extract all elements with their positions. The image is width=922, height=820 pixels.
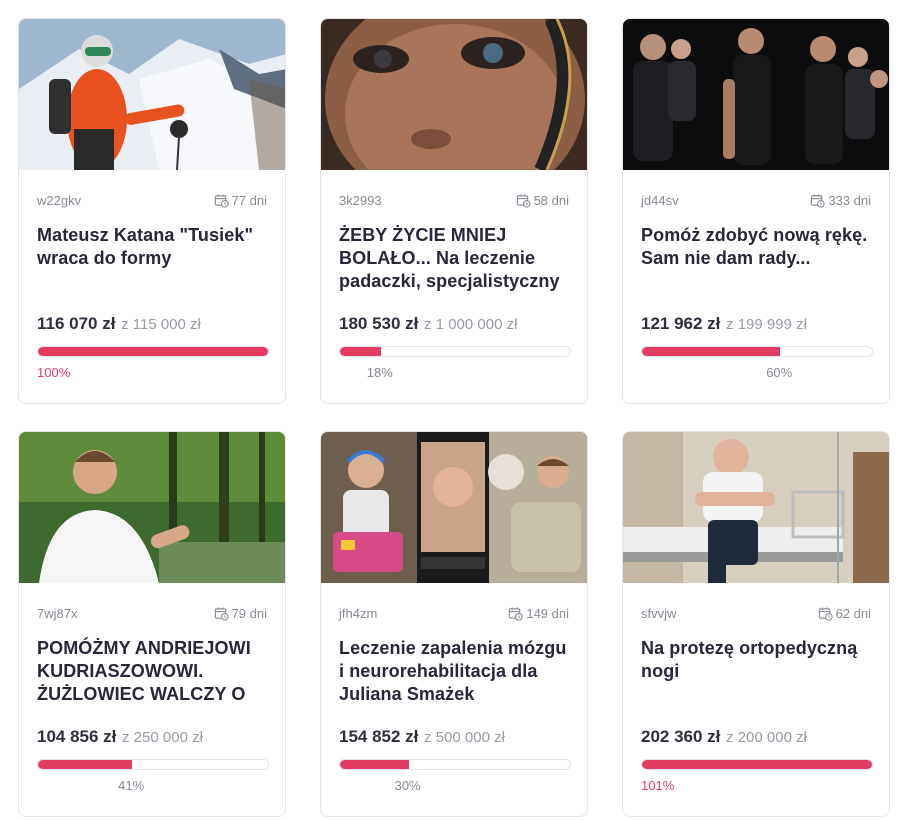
progress-fill: [642, 760, 872, 769]
days-left-label: 62 dni: [835, 605, 871, 621]
fundraiser-title[interactable]: ŻEBY ŻYCIE MNIEJ BOLAŁO... Na leczenie p…: [339, 224, 573, 294]
progress-percent: 60%: [766, 365, 793, 380]
raised-amount: 116 070 zł: [37, 314, 116, 333]
card-meta: jd44sv 333 dni: [641, 191, 871, 209]
skier-photo: [19, 19, 285, 170]
raised-amount: 104 856 zł: [37, 727, 117, 746]
progress-percent: 101%: [641, 778, 675, 793]
fundraiser-photo[interactable]: [623, 19, 889, 170]
fundraiser-card[interactable]: 3k2993 58 dni ŻEBY ŻYCIE MNIEJ BOLAŁO...…: [320, 18, 588, 404]
fundraiser-grid: w22gkv 77 dni Mateusz Katana "Tusiek" wr…: [0, 0, 922, 820]
progress-bar: [339, 759, 571, 770]
child-collage-photo: [321, 432, 587, 583]
amounts: 116 070 zł z 115 000 zł: [37, 314, 201, 334]
fundraiser-card[interactable]: 7wj87x 79 dni POMÓŻMY ANDRIEJOWI KUDRIAS…: [18, 431, 286, 817]
days-left-label: 149 dni: [526, 605, 569, 621]
fundraiser-code: 3k2993: [339, 192, 382, 208]
fundraiser-photo[interactable]: [623, 432, 889, 583]
hospital-bed-photo: [623, 432, 889, 583]
fundraiser-photo[interactable]: [19, 19, 285, 170]
progress-bar: [641, 759, 873, 770]
calendar-clock-icon: [214, 606, 229, 621]
fundraiser-code: jd44sv: [641, 192, 679, 208]
days-left-label: 58 dni: [533, 192, 569, 208]
family-photo: [623, 19, 889, 170]
days-left-label: 77 dni: [231, 192, 267, 208]
fundraiser-title[interactable]: Pomóż zdobyć nową rękę. Sam nie dam rady…: [641, 224, 875, 294]
card-meta: jfh4zm 149 dni: [339, 604, 569, 622]
raised-amount: 154 852 zł: [339, 727, 419, 746]
fundraiser-card[interactable]: jfh4zm 149 dni Leczenie zapalenia mózgu …: [320, 431, 588, 817]
amounts: 104 856 zł z 250 000 zł: [37, 727, 203, 747]
goal-amount: z 500 000 zł: [424, 729, 505, 746]
progress-fill: [38, 760, 133, 769]
days-left: 149 dni: [508, 606, 569, 621]
fundraiser-title[interactable]: Leczenie zapalenia mózgu i neurorehabili…: [339, 637, 573, 707]
progress-percent: 100%: [37, 365, 71, 380]
card-meta: 7wj87x 79 dni: [37, 604, 267, 622]
amounts: 121 962 zł z 199 999 zł: [641, 314, 807, 334]
fundraiser-photo[interactable]: [19, 432, 285, 583]
child-face-photo: [321, 19, 587, 170]
days-left: 58 dni: [516, 193, 569, 208]
calendar-clock-icon: [818, 606, 833, 621]
fundraiser-code: 7wj87x: [37, 605, 78, 621]
progress-bar: [37, 346, 269, 357]
amounts: 180 530 zł z 1 000 000 zł: [339, 314, 517, 334]
progress-fill: [340, 347, 382, 356]
progress-bar: [641, 346, 873, 357]
raised-amount: 180 530 zł: [339, 314, 419, 333]
fundraiser-photo[interactable]: [321, 432, 587, 583]
calendar-clock-icon: [214, 193, 229, 208]
fundraiser-title[interactable]: Na protezę ortopedyczną nogi: [641, 637, 875, 707]
fundraiser-code: w22gkv: [37, 192, 82, 208]
progress-percent: 41%: [118, 778, 145, 793]
fundraiser-code: sfvvjw: [641, 605, 677, 621]
progress-fill: [38, 347, 268, 356]
raised-amount: 121 962 zł: [641, 314, 721, 333]
goal-amount: z 199 999 zł: [726, 316, 807, 333]
progress-fill: [340, 760, 409, 769]
progress-bar: [339, 346, 571, 357]
fundraiser-title[interactable]: Mateusz Katana "Tusiek" wraca do formy: [37, 224, 271, 294]
card-meta: w22gkv 77 dni: [37, 191, 267, 209]
fundraiser-title[interactable]: POMÓŻMY ANDRIEJOWI KUDRIASZOWOWI. ŻUŻLOW…: [37, 637, 271, 707]
calendar-clock-icon: [509, 606, 523, 621]
days-left: 77 dni: [214, 193, 267, 208]
fundraiser-card[interactable]: jd44sv 333 dni Pomóż zdobyć nową rękę. S…: [622, 18, 890, 404]
progress-percent: 30%: [394, 778, 421, 793]
amounts: 202 360 zł z 200 000 zł: [641, 727, 807, 747]
days-left-label: 79 dni: [231, 605, 267, 621]
fundraiser-card[interactable]: w22gkv 77 dni Mateusz Katana "Tusiek" wr…: [18, 18, 286, 404]
calendar-clock-icon: [516, 193, 531, 208]
progress-fill: [642, 347, 780, 356]
days-left: 79 dni: [214, 606, 267, 621]
days-left: 62 dni: [818, 606, 871, 621]
fundraiser-photo[interactable]: [321, 19, 587, 170]
card-meta: sfvvjw 62 dni: [641, 604, 871, 622]
goal-amount: z 250 000 zł: [122, 729, 203, 746]
man-in-park-photo: [19, 432, 285, 583]
calendar-clock-icon: [811, 193, 825, 208]
days-left: 333 dni: [810, 193, 871, 208]
fundraiser-code: jfh4zm: [339, 605, 378, 621]
raised-amount: 202 360 zł: [641, 727, 721, 746]
progress-bar: [37, 759, 269, 770]
goal-amount: z 1 000 000 zł: [424, 316, 518, 333]
card-meta: 3k2993 58 dni: [339, 191, 569, 209]
fundraiser-card[interactable]: sfvvjw 62 dni Na protezę ortopedyczną no…: [622, 431, 890, 817]
goal-amount: z 115 000 zł: [121, 316, 201, 333]
days-left-label: 333 dni: [828, 192, 871, 208]
amounts: 154 852 zł z 500 000 zł: [339, 727, 505, 747]
goal-amount: z 200 000 zł: [726, 729, 807, 746]
progress-percent: 18%: [366, 365, 393, 380]
